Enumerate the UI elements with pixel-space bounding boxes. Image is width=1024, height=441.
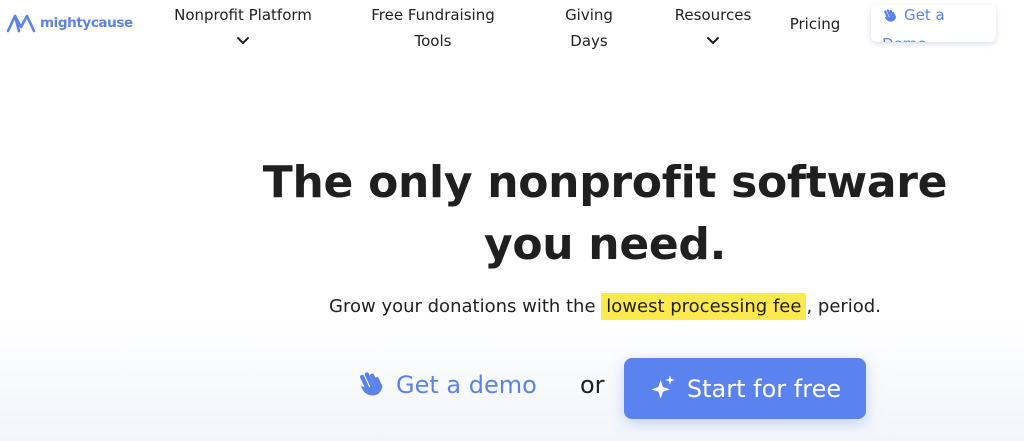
nav-item-label: Free Fundraising Tools xyxy=(371,6,495,50)
chevron-down-icon xyxy=(166,28,320,52)
start-for-free-button[interactable]: Start for free xyxy=(624,358,866,419)
nav-item-giving-days[interactable]: Giving Days xyxy=(556,2,622,54)
hero-subtitle-end: , period. xyxy=(806,296,881,317)
get-a-demo-label: Get a demo xyxy=(396,371,537,399)
get-a-demo-nav-button[interactable]: Get a Demo xyxy=(871,5,996,42)
mightycause-logo-icon xyxy=(6,14,36,33)
nav-item-nonprofit-platform[interactable]: Nonprofit Platform xyxy=(166,2,320,52)
waving-hand-icon xyxy=(882,5,898,31)
landing-page: mightycause Nonprofit Platform Free Fund… xyxy=(0,0,1024,441)
nav-item-resources[interactable]: Resources xyxy=(670,2,756,52)
hero-subtitle-text: Grow your donations with the xyxy=(329,296,602,317)
nav-item-label: Giving Days xyxy=(565,6,613,50)
hero-title: The only nonprofit software you need. xyxy=(262,157,948,270)
logo-wordmark: mightycause xyxy=(40,15,133,31)
hero-subtitle: Grow your donations with the lowest proc… xyxy=(232,292,978,322)
nav-item-label: Nonprofit Platform xyxy=(174,6,312,24)
get-a-demo-button[interactable]: Get a demo xyxy=(356,368,537,402)
start-for-free-label: Start for free xyxy=(686,374,842,403)
hero-subtitle-highlight: lowest processing fee xyxy=(601,293,807,320)
waving-hand-icon xyxy=(356,368,386,402)
nav-item-pricing[interactable]: Pricing xyxy=(786,11,844,37)
nav-item-label: Pricing xyxy=(789,15,841,33)
nav-item-free-fundraising-tools[interactable]: Free Fundraising Tools xyxy=(364,2,502,54)
nav-item-label: Resources xyxy=(674,6,752,24)
chevron-down-icon xyxy=(670,28,756,52)
mightycause-logo[interactable]: mightycause xyxy=(6,13,133,33)
cta-or-text: or xyxy=(580,371,605,399)
sparkles-icon xyxy=(649,373,677,405)
